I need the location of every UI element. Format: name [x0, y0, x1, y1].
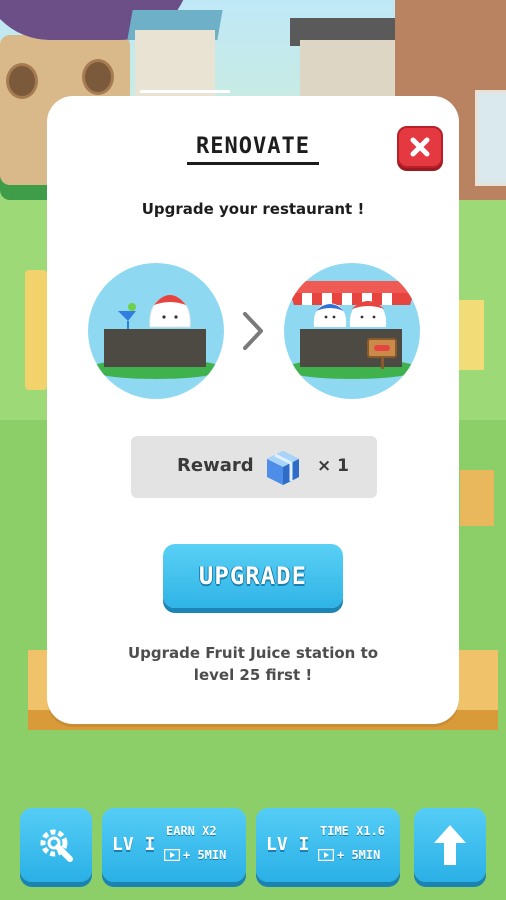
gear-wrench-icon [40, 829, 73, 862]
requirement-note-line1: Upgrade Fruit Juice station to [127, 644, 379, 662]
settings-button[interactable] [20, 808, 92, 882]
earn-ad-duration: + 5MIN [183, 848, 227, 862]
upgrade-button[interactable]: UPGRADE [163, 544, 343, 608]
close-icon [410, 137, 430, 157]
restaurant-counter [25, 270, 47, 390]
requirement-note-line2: level 25 first ! [193, 666, 313, 684]
mushroom-window [82, 59, 114, 95]
arrow-up-icon [434, 825, 466, 865]
time-level: LV I [266, 834, 310, 855]
earn-multiplier: EARN X2 [166, 824, 217, 838]
time-boost-button[interactable]: LV I TIME X1.6 + 5MIN [256, 808, 400, 882]
video-ad-icon [318, 849, 334, 861]
video-ad-icon [164, 849, 180, 861]
renovate-dialog: RENOVATE Upgrade your restaurant ! Rewar… [47, 96, 459, 724]
upgraded-juice-stall-image [284, 281, 420, 379]
reward-label: Reward [177, 455, 254, 476]
reward-box: Reward × 1 [131, 436, 377, 498]
time-multiplier: TIME X1.6 [320, 824, 386, 838]
mushroom-window [6, 63, 38, 99]
time-ad-duration: + 5MIN [337, 848, 381, 862]
upgraded-station-illustration [284, 263, 420, 399]
title-underline [187, 162, 319, 165]
upgrade-arrow-button[interactable] [414, 808, 486, 882]
juice-counter-image [88, 295, 224, 379]
chevron-right-icon [243, 312, 263, 350]
gift-box-icon [267, 451, 299, 485]
close-button[interactable] [397, 126, 443, 168]
dialog-subtitle: Upgrade your restaurant ! [141, 200, 365, 218]
current-station-illustration [88, 263, 224, 399]
earn-boost-button[interactable]: LV I EARN X2 + 5MIN [102, 808, 246, 882]
earn-level: LV I [112, 834, 156, 855]
requirement-note: Upgrade Fruit Juice station to level 25 … [87, 642, 419, 686]
building-window [475, 90, 506, 186]
reward-count: × 1 [317, 456, 349, 476]
upgrade-button-label: UPGRADE [198, 562, 308, 590]
wooden-platform [460, 470, 494, 526]
restaurant-counter [458, 300, 484, 370]
